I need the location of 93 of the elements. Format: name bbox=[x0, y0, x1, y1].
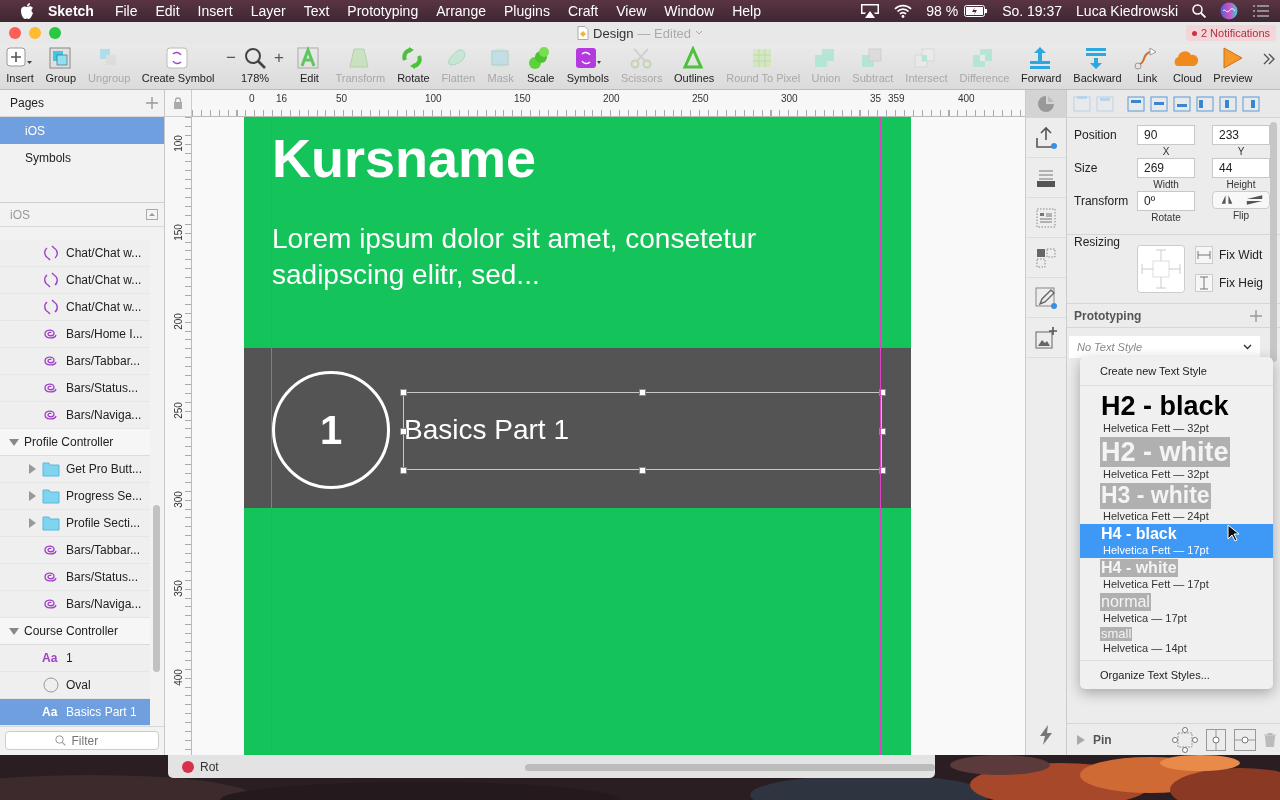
ruler-label: 35 bbox=[870, 93, 882, 104]
field-label: Transform bbox=[1074, 193, 1130, 208]
text-style-item[interactable]: small Helvetica — 14pt bbox=[1080, 625, 1273, 657]
window-title: Design bbox=[593, 25, 634, 41]
field-label: Resizing bbox=[1074, 235, 1122, 249]
lesson-title: Basics Part 1 bbox=[404, 414, 569, 446]
toolbar-button[interactable]: Rotate bbox=[395, 46, 432, 84]
ruler-label: 400 bbox=[173, 668, 184, 686]
menu-item[interactable]: Edit bbox=[146, 3, 189, 19]
text-style-item[interactable]: normal Helvetica — 17pt bbox=[1080, 592, 1273, 626]
toolbar-button[interactable]: Group bbox=[43, 46, 79, 84]
menu-item[interactable]: Organize Text Styles... bbox=[1080, 665, 1273, 686]
layers-title: iOS bbox=[10, 207, 30, 222]
field-caption: X bbox=[1161, 145, 1171, 158]
menu-item[interactable]: Text bbox=[294, 3, 339, 19]
menu-item[interactable]: View bbox=[607, 3, 656, 19]
width-field[interactable]: 269 bbox=[1137, 158, 1195, 178]
zoom-out-button[interactable]: − bbox=[226, 48, 236, 68]
menu-item[interactable]: Layer bbox=[241, 3, 295, 19]
battery-percent: 98 % bbox=[926, 3, 959, 19]
ruler-label: 250 bbox=[173, 401, 184, 419]
ruler-label: 400 bbox=[958, 93, 975, 104]
toolbar-button[interactable]: Edit bbox=[293, 46, 326, 84]
text-style-item[interactable]: H3 - white Helvetica Fett — 24pt bbox=[1080, 482, 1273, 525]
menu-item[interactable]: Plugins bbox=[495, 3, 559, 19]
ruler-label: 50 bbox=[336, 93, 348, 104]
section-title: Prototyping bbox=[1074, 308, 1142, 323]
toolbar-button[interactable]: Scale bbox=[524, 46, 557, 84]
menu-item[interactable]: Window bbox=[655, 3, 724, 19]
y-field[interactable]: 233 bbox=[1212, 125, 1270, 145]
field-caption: Y bbox=[1236, 145, 1246, 158]
ruler-label: 300 bbox=[173, 490, 184, 508]
text-style-dropdown[interactable]: No Text Style bbox=[1069, 336, 1260, 358]
toolbar-button[interactable]: Cloud bbox=[1171, 46, 1204, 84]
toolbar-button[interactable]: Link bbox=[1131, 46, 1164, 84]
layer-row[interactable]: Profile Controller bbox=[0, 429, 150, 456]
ruler-label: 200 bbox=[603, 93, 620, 104]
ruler-label: 350 bbox=[173, 579, 184, 597]
height-field[interactable]: 44 bbox=[1212, 158, 1270, 178]
text-style-item[interactable]: H2 - white Helvetica Fett — 32pt bbox=[1080, 436, 1273, 483]
layer-row[interactable]: Course Controller bbox=[0, 618, 150, 645]
fix-height-label: Fix Heig bbox=[1219, 276, 1263, 290]
color-label: Rot bbox=[200, 759, 219, 774]
field-label: Position bbox=[1074, 127, 1118, 142]
field-caption: Rotate bbox=[1150, 211, 1182, 224]
ruler-label: 100 bbox=[173, 134, 184, 152]
toolbar-button[interactable]: Preview bbox=[1211, 46, 1255, 84]
toolbar-button[interactable]: Insert bbox=[4, 46, 36, 84]
zoom-level: 178% bbox=[240, 72, 270, 84]
menu-item[interactable]: Craft bbox=[558, 3, 608, 19]
field-caption: Height bbox=[1225, 178, 1257, 191]
toolbar-button[interactable]: Forward bbox=[1018, 46, 1064, 84]
toolbar-button[interactable]: Outlines bbox=[671, 46, 717, 84]
zoom-in-button[interactable]: + bbox=[274, 48, 284, 68]
pages-title: Pages bbox=[10, 96, 45, 110]
artboard[interactable]: Kursname Lorem ipsum dolor sit amet, consetetur sadipscing elitr, sed... 1 Basics Part 1 bbox=[244, 117, 911, 755]
ruler-label: 200 bbox=[173, 312, 184, 330]
field-label: Size bbox=[1074, 160, 1099, 175]
menu-item[interactable]: Help bbox=[723, 3, 770, 19]
menu-item[interactable]: Prototyping bbox=[338, 3, 428, 19]
text-layer-icon: Aa bbox=[42, 651, 60, 665]
field-caption: Flip bbox=[1231, 209, 1251, 222]
ruler-label: 150 bbox=[173, 223, 184, 241]
menu-item[interactable]: File bbox=[105, 3, 147, 19]
ruler-label: 359 bbox=[886, 93, 907, 104]
document-status: — Edited bbox=[637, 25, 691, 41]
ruler-label: 150 bbox=[514, 93, 531, 104]
ruler-label: 16 bbox=[276, 93, 288, 104]
ruler-label: 100 bbox=[425, 93, 442, 104]
menu-item[interactable]: Arrange bbox=[427, 3, 495, 19]
ruler-label: 250 bbox=[692, 93, 709, 104]
body-text: Lorem ipsum dolor sit amet, consetetur sadipscing elitr, sed... bbox=[272, 222, 757, 292]
section-title: Pin bbox=[1093, 732, 1112, 747]
heading: Kursname bbox=[272, 127, 537, 189]
toolbar-button[interactable]: Create Symbol bbox=[139, 46, 217, 84]
menu-item[interactable]: Sketch bbox=[34, 3, 106, 19]
ruler-label: 300 bbox=[781, 93, 798, 104]
text-layer-icon: Aa bbox=[42, 705, 60, 719]
field-caption: Width bbox=[1152, 178, 1180, 191]
rotation-field[interactable]: 0º bbox=[1137, 191, 1195, 211]
clock[interactable]: So. 19:37 bbox=[1002, 3, 1063, 19]
page-item[interactable]: Symbols bbox=[0, 144, 164, 171]
x-field[interactable]: 90 bbox=[1137, 125, 1195, 145]
menu-item[interactable]: Insert bbox=[188, 3, 242, 19]
text-style-item[interactable]: H4 - white Helvetica Fett — 17pt bbox=[1080, 558, 1273, 593]
ruler-label: 0 bbox=[249, 93, 255, 104]
toolbar-button[interactable]: Backward bbox=[1071, 46, 1124, 84]
text-style-item[interactable]: H2 - black Helvetica Fett — 32pt bbox=[1080, 390, 1273, 437]
notifications-badge[interactable]: 2 Notifications bbox=[1185, 25, 1276, 41]
fix-width-label: Fix Widt bbox=[1219, 248, 1263, 262]
toolbar-button[interactable]: Symbols bbox=[564, 46, 611, 84]
menu-item[interactable]: Create new Text Style bbox=[1080, 361, 1273, 381]
user-name[interactable]: Luca Kiedrowski bbox=[1076, 3, 1178, 19]
